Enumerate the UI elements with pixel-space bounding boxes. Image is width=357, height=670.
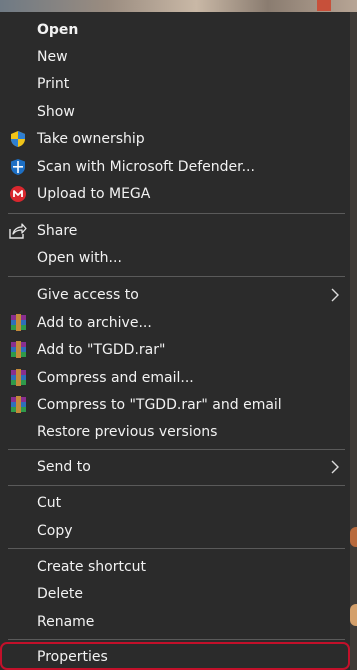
- menu-item-label: Compress to "TGDD.rar" and email: [37, 396, 282, 413]
- background-edge: [350, 12, 357, 670]
- menu-item-share[interactable]: Share: [0, 217, 350, 244]
- winrar-icon: [9, 314, 27, 332]
- menu-item-label: Send to: [37, 458, 91, 475]
- share-icon: [9, 222, 27, 240]
- background-strip: [0, 0, 357, 12]
- menu-item-label: Take ownership: [37, 130, 145, 147]
- menu-item-add-to-archive[interactable]: Add to archive...: [0, 309, 350, 336]
- menu-item-label: Delete: [37, 585, 83, 602]
- menu-item-label: Rename: [37, 613, 95, 630]
- menu-item-send-to[interactable]: Send to: [0, 453, 350, 480]
- uac-shield-icon: [9, 130, 27, 148]
- menu-item-properties[interactable]: Properties: [0, 643, 350, 670]
- menu-item-label: Open with...: [37, 249, 122, 266]
- menu-item-label: Add to archive...: [37, 314, 152, 331]
- menu-item-take-ownership[interactable]: Take ownership: [0, 125, 350, 152]
- menu-item-give-access[interactable]: Give access to: [0, 281, 350, 308]
- menu-separator: [8, 639, 345, 640]
- menu-item-label: Restore previous versions: [37, 423, 218, 440]
- menu-item-open[interactable]: Open: [0, 16, 350, 43]
- menu-separator: [8, 449, 345, 450]
- menu-separator: [8, 276, 345, 277]
- background-badge: [317, 0, 331, 11]
- winrar-icon: [9, 341, 27, 359]
- chevron-right-icon: [328, 288, 342, 302]
- menu-item-label: Upload to MEGA: [37, 185, 151, 202]
- menu-item-label: Copy: [37, 522, 73, 539]
- winrar-icon: [9, 396, 27, 414]
- mega-icon: [9, 185, 27, 203]
- menu-separator: [8, 485, 345, 486]
- menu-item-add-to-rar[interactable]: Add to "TGDD.rar": [0, 336, 350, 363]
- menu-item-label: Scan with Microsoft Defender...: [37, 158, 255, 175]
- menu-item-label: Share: [37, 222, 78, 239]
- menu-separator: [8, 213, 345, 214]
- menu-item-label: Show: [37, 103, 75, 120]
- menu-item-label: Create shortcut: [37, 558, 147, 575]
- menu-item-label: Print: [37, 75, 70, 92]
- menu-item-scan-defender[interactable]: Scan with Microsoft Defender...: [0, 153, 350, 180]
- background-shape: [350, 604, 357, 626]
- menu-item-label: Add to "TGDD.rar": [37, 341, 166, 358]
- menu-item-copy[interactable]: Copy: [0, 517, 350, 544]
- winrar-icon: [9, 369, 27, 387]
- menu-item-label: Cut: [37, 494, 62, 511]
- menu-item-compress-email[interactable]: Compress and email...: [0, 364, 350, 391]
- menu-item-label: New: [37, 48, 68, 65]
- menu-item-new[interactable]: New: [0, 43, 350, 70]
- menu-item-rename[interactable]: Rename: [0, 608, 350, 635]
- background-shape: [350, 527, 357, 547]
- menu-item-create-shortcut[interactable]: Create shortcut: [0, 553, 350, 580]
- menu-item-show[interactable]: Show: [0, 98, 350, 125]
- menu-item-print[interactable]: Print: [0, 70, 350, 97]
- menu-item-upload-mega[interactable]: Upload to MEGA: [0, 180, 350, 207]
- menu-item-restore-versions[interactable]: Restore previous versions: [0, 418, 350, 445]
- menu-item-label: Compress and email...: [37, 369, 194, 386]
- defender-shield-icon: [9, 158, 27, 176]
- menu-item-label: Give access to: [37, 286, 139, 303]
- menu-item-delete[interactable]: Delete: [0, 580, 350, 607]
- menu-separator: [8, 548, 345, 549]
- menu-item-open-with[interactable]: Open with...: [0, 244, 350, 271]
- menu-item-label: Properties: [37, 648, 108, 665]
- context-menu: Open New Print Show Take ownership Scan …: [0, 12, 350, 670]
- chevron-right-icon: [328, 460, 342, 474]
- menu-item-cut[interactable]: Cut: [0, 489, 350, 516]
- menu-item-label: Open: [37, 21, 79, 38]
- menu-item-compress-rar-email[interactable]: Compress to "TGDD.rar" and email: [0, 391, 350, 418]
